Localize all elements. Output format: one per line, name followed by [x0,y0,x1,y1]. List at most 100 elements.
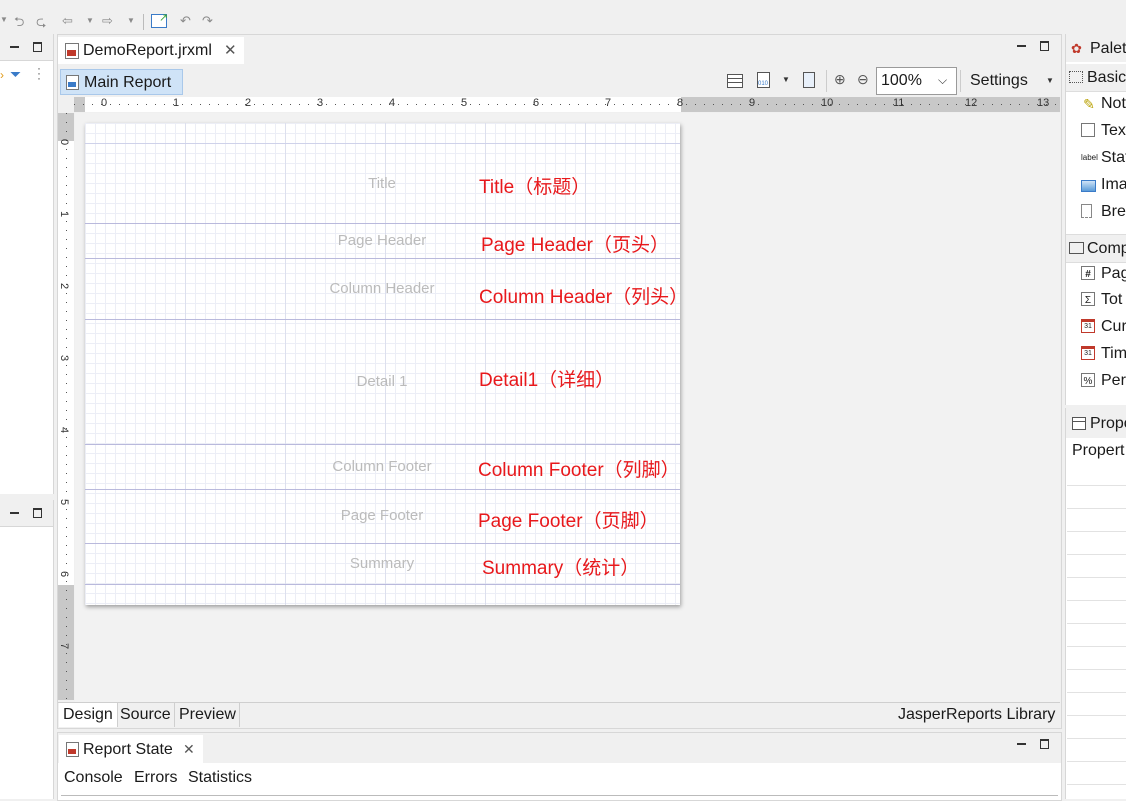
redo-icon[interactable]: ↷ [202,13,213,29]
tab-source[interactable]: Source [117,703,175,727]
ruler-tick-label: 12 [965,97,978,109]
band-label-column-footer[interactable]: Column Footer [302,458,462,475]
band-separator[interactable] [85,584,680,585]
settings-dropdown-icon[interactable]: ▼ [1046,76,1054,85]
image-icon [1081,180,1096,192]
palette-item-text-field[interactable]: Tex [1067,118,1126,145]
band-separator[interactable] [85,543,680,544]
palette-group-composite[interactable]: Comp [1066,234,1126,263]
band-separator[interactable] [85,489,680,490]
back-icon[interactable]: ⇦ [62,13,73,29]
minimize-icon[interactable] [10,508,20,517]
compile-icon[interactable] [803,72,815,88]
band-label-page-footer[interactable]: Page Footer [302,507,462,524]
redo-next-icon[interactable]: ⮎ [36,13,46,35]
tab-report-state[interactable]: Report State ✕ [59,735,203,763]
static-text-icon: label [1081,153,1098,162]
zoom-select[interactable]: 100% ⌵ [876,67,957,95]
band-label-column-header[interactable]: Column Header [302,280,462,297]
palette-header: ✿ Palet [1066,34,1126,62]
annotation-page-footer: Page Footer（页脚） [478,511,659,532]
back-dropdown-icon[interactable]: ▼ [86,16,94,25]
toolbar-separator [960,70,961,92]
properties-grid-line [1067,531,1126,532]
main-report-button[interactable]: Main Report [60,69,183,95]
maximize-icon[interactable] [1040,41,1050,51]
report-state-divider [61,795,1058,796]
close-icon[interactable]: ✕ [224,41,237,59]
ruler-tick-label: 0 [58,138,71,146]
minimize-icon[interactable] [10,42,20,51]
ruler-tick-label: 4 [58,426,71,434]
left-panel-bottom-header [0,500,53,527]
horizontal-ruler: 0 1 2 3 4 5 6 7 8 9 10 11 12 13 [74,97,1060,112]
band-separator[interactable] [85,319,680,320]
close-icon[interactable]: ✕ [183,741,195,758]
maximize-icon[interactable] [33,42,43,52]
ruler-tick-label: 7 [58,642,71,650]
band-label-title[interactable]: Title [302,175,462,192]
band-view-icon[interactable] [727,74,743,88]
palette-item-static-text[interactable]: labelStat [1067,145,1126,172]
tab-console[interactable]: Console [64,769,123,787]
filter-icon[interactable]: ⏷ [10,66,21,83]
note-icon: ✎ [1083,96,1095,112]
forward-icon[interactable]: ⇨ [102,13,113,29]
band-separator[interactable] [85,223,680,224]
palette-item-time[interactable]: 31 Tim [1067,341,1126,368]
band-label-summary[interactable]: Summary [302,555,462,572]
group-icon [1069,71,1083,83]
chevron-icon[interactable]: › [0,68,4,82]
settings-menu[interactable]: Settings [970,72,1028,90]
ruler-tick-label: 11 [893,97,905,109]
report-icon [66,75,79,90]
palette-group-basic[interactable]: Basic [1066,64,1126,92]
ruler-dots [66,113,67,700]
view-menu-icon[interactable]: · · · [37,62,41,84]
tab-design[interactable]: Design [59,703,118,727]
ruler-tick-label: 2 [58,282,71,290]
maximize-icon[interactable] [33,508,43,518]
tab-preview[interactable]: Preview [176,703,240,727]
properties-grid-line [1067,738,1126,739]
palette-item-current-date[interactable]: 31 Cur [1067,314,1126,341]
properties-panel: Propo Propert [1065,408,1126,799]
tab-errors[interactable]: Errors [134,769,178,787]
palette-item-image[interactable]: Ima [1067,172,1126,199]
datasource-dropdown-icon[interactable]: ▼ [782,75,790,84]
properties-grid-line [1067,761,1126,762]
band-separator[interactable] [85,258,680,259]
tab-statistics[interactable]: Statistics [188,769,252,787]
palette-item-percentage[interactable]: % Per [1067,368,1126,395]
band-separator[interactable] [85,444,680,445]
properties-grid-line [1067,600,1126,601]
maximize-icon[interactable] [1040,739,1050,749]
ruler-tick-label: 7 [605,97,612,109]
palette-item-page-number[interactable]: # Pag [1067,261,1126,288]
palette-item-note[interactable]: ✎ Not [1067,91,1126,118]
chevron-down-icon: ⌵ [938,73,948,87]
undo-prev-icon[interactable]: ⮌ [14,13,24,35]
column-guide [185,123,186,605]
main-toolbar: ▼ ⮌ ⮎ ⇦ ▼ ⇨ ▼ ↗ ↶ ↷ [0,10,1126,34]
zoom-out-icon[interactable]: ⊖ [857,71,869,88]
vertical-ruler: 0 1 2 3 4 5 6 7 [58,113,74,700]
band-label-page-header[interactable]: Page Header [302,232,462,249]
ruler-tick-label: 6 [533,97,540,109]
new-editor-icon[interactable]: ↗ [151,12,168,28]
minimize-icon[interactable] [1017,739,1027,748]
break-icon [1081,204,1092,218]
ruler-tick-label: 9 [749,97,756,109]
annotation-column-footer: Column Footer（列脚） [478,460,680,481]
band-label-detail[interactable]: Detail 1 [302,373,462,390]
datasource-icon[interactable]: 010 [757,72,770,88]
forward-dropdown-icon[interactable]: ▼ [127,16,135,25]
undo-icon[interactable]: ↶ [180,13,191,29]
annotation-summary: Summary（统计） [482,558,640,579]
palette-item-break[interactable]: Bre [1067,199,1126,226]
minimize-icon[interactable] [1017,41,1027,50]
dropdown-arrow-icon[interactable]: ▼ [0,15,8,24]
tab-demoreport[interactable]: DemoReport.jrxml ✕ [58,37,244,64]
zoom-in-icon[interactable]: ⊕ [834,71,846,88]
palette-item-total-pages[interactable]: Σ Tot [1067,287,1126,314]
